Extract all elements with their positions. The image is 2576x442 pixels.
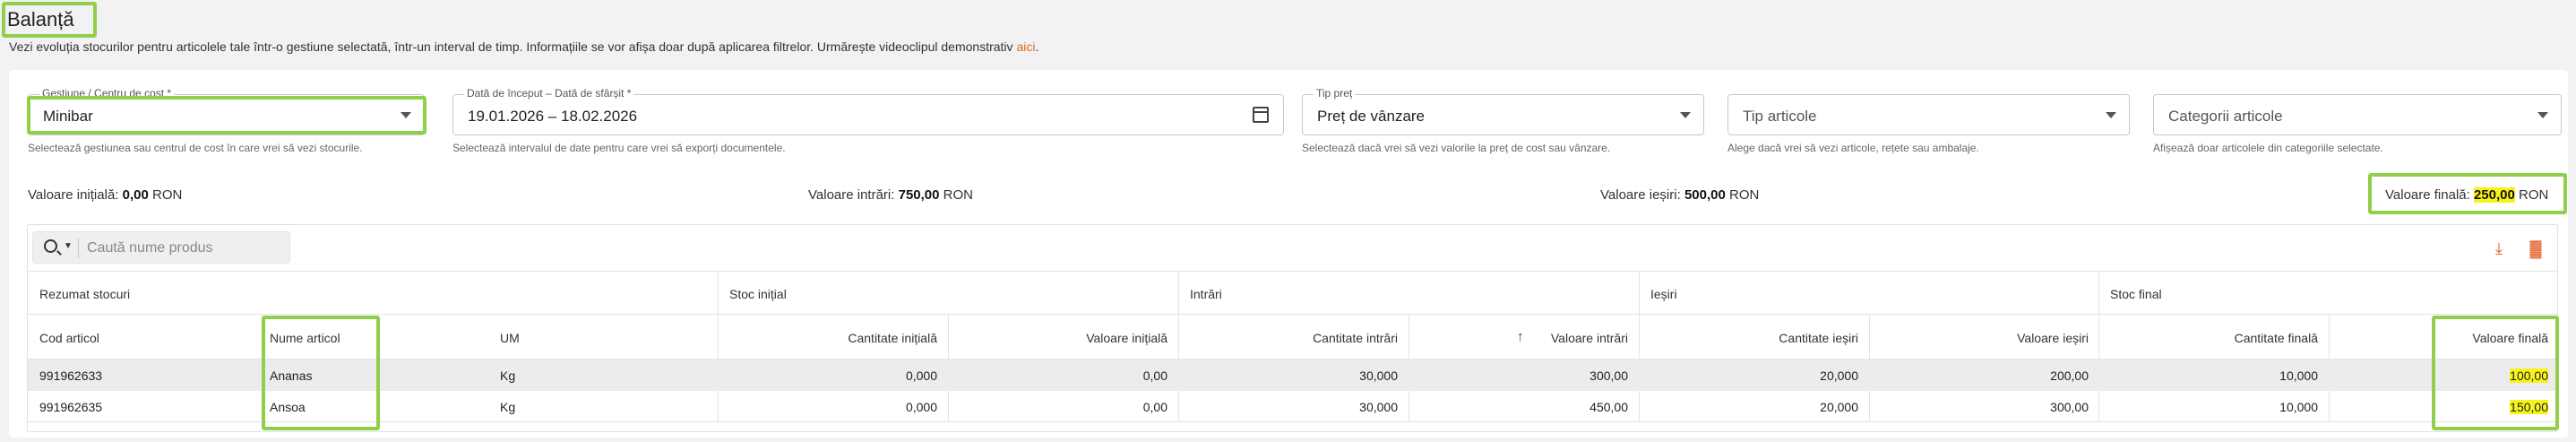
col-valoare-initiala[interactable]: Valoare inițială bbox=[948, 331, 1167, 345]
col-cantitate-finala[interactable]: Cantitate finală bbox=[2098, 331, 2318, 345]
col-valoare-finala[interactable]: Valoare finală bbox=[2329, 331, 2548, 345]
group-iesiri: Ieșiri bbox=[1650, 287, 1677, 301]
download-icon[interactable]: ⤓ bbox=[2491, 240, 2507, 256]
summary-final: Valoare finală: 250,00 RON bbox=[2385, 187, 2549, 203]
group-intrari: Intrări bbox=[1190, 287, 1222, 301]
table-row[interactable]: 991962633 Ananas Kg 0,000 0,00 30,000 30… bbox=[28, 360, 2557, 391]
calendar-icon[interactable] bbox=[1253, 107, 1269, 123]
date-helper: Selectează intervalul de date pentru car… bbox=[452, 142, 786, 154]
categorii-select[interactable]: Categorii articole bbox=[2153, 94, 2562, 135]
search-input[interactable]: ▼ Caută nume produs bbox=[32, 231, 290, 264]
group-stoc-initial: Stoc inițial bbox=[729, 287, 787, 301]
page-title: Balanță bbox=[7, 8, 74, 30]
chevron-down-icon bbox=[2106, 112, 2116, 118]
tip-articole-select[interactable]: Tip articole bbox=[1727, 94, 2130, 135]
summary-intrari: Valoare intrări: 750,00 RON bbox=[808, 187, 974, 203]
gestiune-helper: Selectează gestiunea sau centrul de cost… bbox=[28, 142, 363, 154]
group-stoc-final: Stoc final bbox=[2110, 287, 2162, 301]
search-icon bbox=[44, 239, 57, 253]
group-rezumat: Rezumat stocuri bbox=[39, 287, 131, 301]
chevron-down-icon[interactable]: ▼ bbox=[64, 241, 73, 251]
summary-iesiri: Valoare ieșiri: 500,00 RON bbox=[1600, 187, 1760, 203]
chevron-down-icon bbox=[2537, 112, 2548, 118]
chevron-down-icon bbox=[1680, 112, 1691, 118]
gestiune-select[interactable]: Gestiune / Centru de cost * Minibar bbox=[28, 87, 425, 135]
col-um[interactable]: UM bbox=[500, 331, 520, 345]
col-cod-articol[interactable]: Cod articol bbox=[39, 331, 99, 345]
tip-pret-helper: Selectează dacă vrei să vezi valorile la… bbox=[1302, 142, 1611, 154]
col-cantitate-intrari[interactable]: Cantitate intrări bbox=[1178, 331, 1398, 345]
col-cantitate-initiala[interactable]: Cantitate inițială bbox=[718, 331, 937, 345]
video-link[interactable]: aici bbox=[1016, 39, 1035, 54]
date-range-field[interactable]: Dată de început – Dată de sfârșit * 19.0… bbox=[452, 87, 1284, 135]
table-row[interactable]: 991962635 Ansoa Kg 0,000 0,00 30,000 450… bbox=[28, 391, 2557, 422]
page-subtitle: Vezi evoluția stocurilor pentru articole… bbox=[9, 39, 1039, 54]
columns-icon[interactable]: ▓ bbox=[2528, 240, 2544, 256]
summary-initial: Valoare inițială: 0,00 RON bbox=[28, 187, 183, 203]
col-cantitate-iesiri[interactable]: Cantitate ieșiri bbox=[1639, 331, 1858, 345]
categorii-helper: Afișează doar articolele din categoriile… bbox=[2153, 142, 2383, 154]
col-valoare-iesiri[interactable]: Valoare ieșiri bbox=[1869, 331, 2089, 345]
chevron-down-icon bbox=[401, 112, 411, 118]
col-nume-articol[interactable]: Nume articol bbox=[270, 331, 340, 345]
col-valoare-intrari[interactable]: Valoare intrări bbox=[1409, 331, 1628, 345]
tip-articole-helper: Alege dacă vrei să vezi articole, rețete… bbox=[1727, 142, 1979, 154]
tip-pret-select[interactable]: Tip preț Preț de vânzare bbox=[1302, 87, 1704, 135]
